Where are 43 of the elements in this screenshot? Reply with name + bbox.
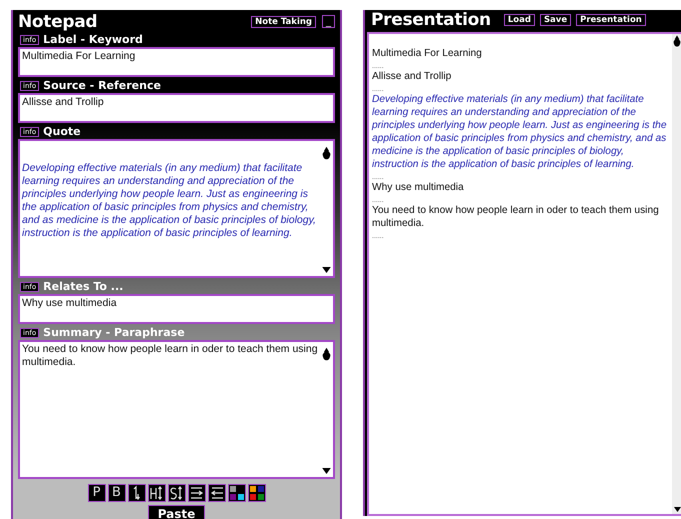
scroll-up-icon[interactable] bbox=[673, 34, 681, 48]
scroll-down-icon[interactable] bbox=[322, 468, 331, 474]
minimize-button[interactable]: _ bbox=[322, 15, 335, 28]
panel-title: Notepad bbox=[18, 12, 98, 32]
section-label: Quote bbox=[43, 125, 81, 138]
section-label: Label - Keyword bbox=[43, 33, 143, 46]
scroll-down-icon[interactable] bbox=[322, 267, 331, 273]
presentation-text: Why use multimedia bbox=[372, 181, 465, 194]
format-button[interactable]: B bbox=[108, 484, 126, 502]
scroll-up-icon[interactable] bbox=[322, 347, 331, 361]
line-down-icon[interactable] bbox=[128, 484, 146, 502]
field-text: Multimedia For Learning bbox=[21, 49, 136, 63]
scroll-up-icon[interactable] bbox=[322, 146, 331, 160]
outdent-icon[interactable] bbox=[208, 484, 226, 502]
panel-title: Presentation bbox=[371, 10, 491, 30]
header-button[interactable]: Load bbox=[504, 14, 535, 26]
paste-button[interactable]: Paste bbox=[148, 505, 206, 519]
indent-icon[interactable] bbox=[188, 484, 206, 502]
presentation-text: Developing effective materials (in any medium) that facilitate learning requires an understanding and appreciation of the principles underlying how people learn. Just as engineering is the application of basic principles from physics and chemistry, and as medicine is the application of basic principles of biology, instruction is the application of basic principles of learning. bbox=[372, 93, 668, 171]
height-icon[interactable] bbox=[148, 484, 166, 502]
section-label: Summary - Paraphrase bbox=[43, 326, 185, 339]
field-text: Developing effective materials (in any medium) that facilitate learning requires an understanding and appreciation of the principles underlying how people learn. Just as engineering is the application of basic principles from physics and chemistry, and as medicine is the application of basic principles of biology, instruction is the application of basic principles of learning. bbox=[20, 161, 317, 240]
section-label: Relates To ... bbox=[43, 280, 124, 293]
mode-button[interactable]: Note Taking bbox=[251, 16, 316, 28]
scroll-down-icon[interactable] bbox=[674, 507, 681, 512]
field-text: Allisse and Trollip bbox=[21, 95, 105, 109]
format-button[interactable]: P bbox=[88, 484, 106, 502]
text-field[interactable]: Allisse and Trollip bbox=[18, 93, 335, 123]
section-label: Source - Reference bbox=[43, 79, 161, 92]
presentation-text: Multimedia For Learning bbox=[372, 47, 483, 60]
spacing-icon[interactable] bbox=[168, 484, 186, 502]
text-field[interactable]: You need to know how people learn in oder to teach them using multimedia. bbox=[18, 340, 335, 479]
header-button[interactable]: Save bbox=[540, 14, 572, 26]
text-field[interactable]: Why use multimedia bbox=[18, 294, 335, 324]
text-field[interactable] bbox=[18, 139, 335, 278]
text-field[interactable]: Multimedia For Learning bbox=[18, 47, 335, 77]
color-palette-icon[interactable] bbox=[248, 484, 266, 502]
header-button[interactable]: Presentation bbox=[576, 14, 646, 26]
color-swatch-icon[interactable] bbox=[228, 484, 246, 502]
presentation-text: You need to know how people learn in oder to teach them using multimedia. bbox=[372, 204, 660, 230]
field-text: You need to know how people learn in oder to teach them using multimedia. bbox=[21, 342, 319, 369]
presentation-text: Allisse and Trollip bbox=[372, 70, 452, 83]
field-text: Why use multimedia bbox=[21, 296, 118, 310]
